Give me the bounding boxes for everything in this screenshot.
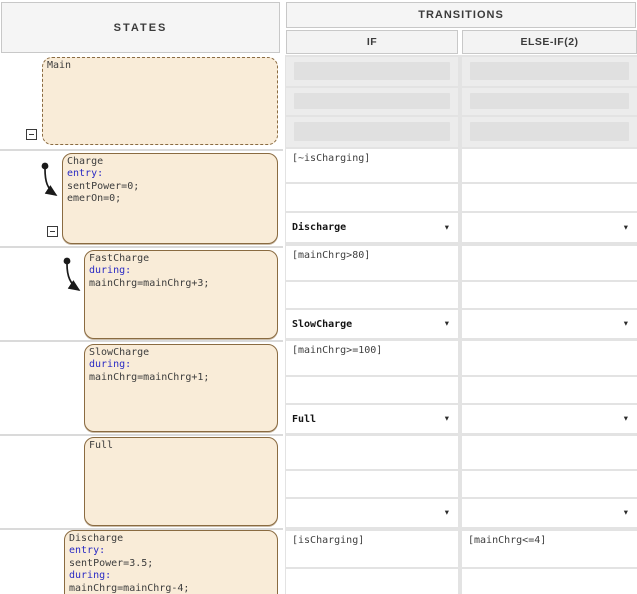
elseif-destination-cell-charge[interactable]: ▼ [462, 213, 637, 242]
row-separator [0, 149, 283, 151]
disabled-cell [462, 117, 637, 147]
dropdown-caret-icon[interactable]: ▼ [445, 223, 449, 231]
elseif-action-cell-charge[interactable] [462, 184, 637, 211]
state-keyword: during: [89, 265, 273, 277]
state-code-line: mainChrg=mainChrg+3; [89, 278, 273, 290]
if-destination-cell-charge[interactable]: Discharge ▼ [286, 213, 458, 242]
state-name: FastCharge [89, 253, 273, 265]
if-action-cell-slowcharge[interactable] [286, 377, 458, 403]
elseif-condition-cell-discharge[interactable]: [mainChrg<=4] [462, 531, 637, 567]
destination-value: Full [292, 414, 316, 425]
state-keyword: entry: [69, 545, 273, 557]
if-condition-cell-full[interactable] [286, 436, 458, 469]
state-code-line: mainChrg=mainChrg+1; [89, 372, 273, 384]
if-destination-cell-slowcharge[interactable]: Full ▼ [286, 405, 458, 433]
if-condition-cell-discharge[interactable]: [isCharging] [286, 531, 458, 567]
state-code-line: sentPower=0; [67, 181, 273, 193]
state-keyword: entry: [67, 168, 273, 180]
if-action-cell-full[interactable] [286, 471, 458, 497]
state-box-fastcharge[interactable]: FastCharge during: mainChrg=mainChrg+3; [84, 250, 278, 339]
default-transition-fastcharge[interactable] [64, 258, 79, 290]
if-condition-cell-slowcharge[interactable]: [mainChrg>=100] [286, 341, 458, 375]
row-separator [0, 434, 283, 436]
dropdown-caret-icon[interactable]: ▼ [445, 509, 449, 517]
elseif-condition-cell-charge[interactable] [462, 149, 637, 182]
state-code-line: mainChrg=mainChrg-4; [69, 583, 273, 594]
disabled-cell [286, 57, 458, 86]
transitions-column-header: TRANSITIONS [286, 2, 636, 28]
destination-value: SlowCharge [292, 319, 352, 330]
if-action-cell-charge[interactable] [286, 184, 458, 211]
elseif-action-cell-fastcharge[interactable] [462, 282, 637, 308]
dropdown-caret-icon[interactable]: ▼ [624, 223, 628, 231]
if-action-cell-discharge[interactable] [286, 569, 458, 594]
state-name: Main [47, 60, 273, 72]
disabled-cell [286, 117, 458, 147]
state-code-line: sentPower=3.5; [69, 558, 273, 570]
elseif-action-cell-discharge[interactable] [462, 569, 637, 594]
state-name: Discharge [69, 533, 273, 545]
elseif-action-cell-slowcharge[interactable] [462, 377, 637, 403]
state-keyword: during: [89, 359, 273, 371]
state-name: Full [89, 440, 273, 452]
dropdown-caret-icon[interactable]: ▼ [624, 320, 628, 328]
dropdown-caret-icon[interactable]: ▼ [624, 509, 628, 517]
if-condition-cell-charge[interactable]: [~isCharging] [286, 149, 458, 182]
if-action-cell-fastcharge[interactable] [286, 282, 458, 308]
default-transition-charge[interactable] [42, 163, 56, 195]
destination-value: Discharge [292, 222, 346, 233]
state-name: Charge [67, 156, 273, 168]
elseif-condition-cell-fastcharge[interactable] [462, 246, 637, 280]
state-keyword: during: [69, 570, 273, 582]
state-name: SlowCharge [89, 347, 273, 359]
state-box-discharge[interactable]: Discharge entry: sentPower=3.5; during: … [64, 530, 278, 594]
if-destination-cell-fastcharge[interactable]: SlowCharge ▼ [286, 310, 458, 338]
states-column-header: STATES [1, 2, 280, 53]
disabled-cell [462, 88, 637, 115]
row-separator [0, 246, 283, 248]
elseif-condition-cell-full[interactable] [462, 436, 637, 469]
state-code-line: emerOn=0; [67, 193, 273, 205]
state-box-charge[interactable]: Charge entry: sentPower=0; emerOn=0; [62, 153, 278, 244]
elseif-action-cell-full[interactable] [462, 471, 637, 497]
if-column-header: IF [286, 30, 458, 54]
elseif-destination-cell-fastcharge[interactable]: ▼ [462, 310, 637, 338]
collapse-icon-charge[interactable] [47, 226, 58, 237]
dropdown-caret-icon[interactable]: ▼ [445, 320, 449, 328]
elseif-condition-cell-slowcharge[interactable] [462, 341, 637, 375]
elseif-destination-cell-full[interactable]: ▼ [462, 499, 637, 527]
state-box-main[interactable]: Main [42, 57, 278, 145]
state-box-slowcharge[interactable]: SlowCharge during: mainChrg=mainChrg+1; [84, 344, 278, 432]
if-destination-cell-full[interactable]: ▼ [286, 499, 458, 527]
if-condition-cell-fastcharge[interactable]: [mainChrg>80] [286, 246, 458, 280]
dropdown-caret-icon[interactable]: ▼ [624, 415, 628, 423]
collapse-icon-main[interactable] [26, 129, 37, 140]
state-transition-table: STATES TRANSITIONS IF ELSE-IF(2) [~isCha… [0, 0, 637, 594]
disabled-cell [286, 88, 458, 115]
elseif-column-header: ELSE-IF(2) [462, 30, 637, 54]
elseif-destination-cell-slowcharge[interactable]: ▼ [462, 405, 637, 433]
dropdown-caret-icon[interactable]: ▼ [445, 415, 449, 423]
disabled-cell [462, 57, 637, 86]
state-box-full[interactable]: Full [84, 437, 278, 526]
row-separator [0, 340, 283, 342]
